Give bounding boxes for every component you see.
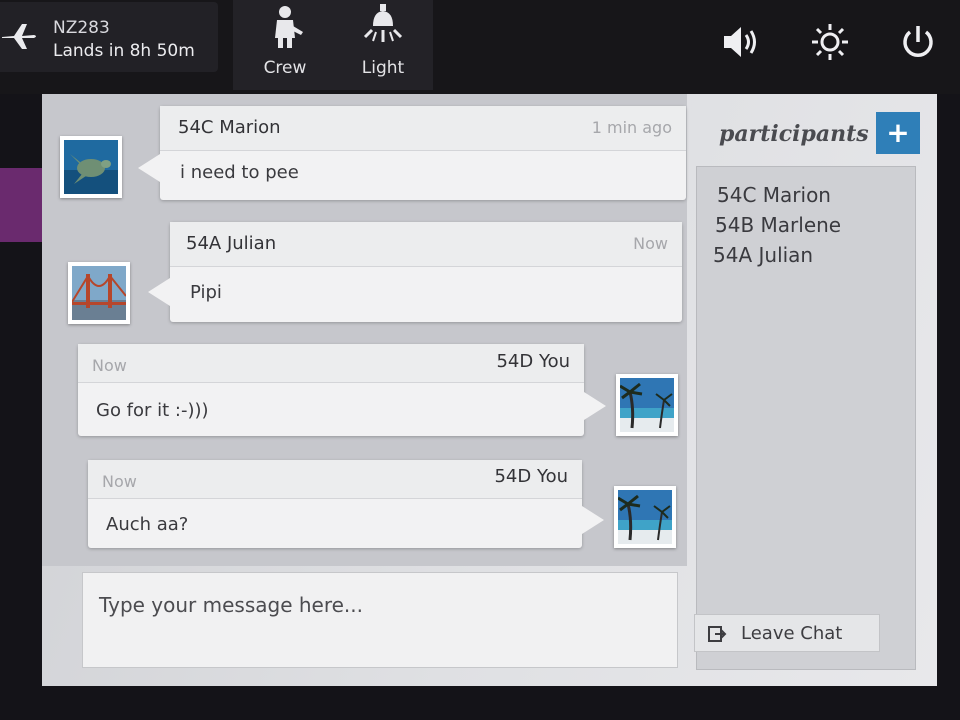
power-icon[interactable] [898, 22, 938, 62]
avatar-golden-gate [68, 262, 130, 324]
message-text: i need to pee [180, 162, 299, 183]
avatar-palm-beach [616, 374, 678, 436]
participants-list: 54C Marion 54B Marlene 54A Julian [696, 166, 916, 670]
flight-number: NZ283 [53, 18, 110, 38]
message-input[interactable]: Type your message here... [82, 572, 678, 668]
avatar-sea-turtle [60, 136, 122, 198]
crew-icon [275, 6, 303, 48]
chat-panel: 54C Marion 1 min ago i need to pee 54A J… [42, 94, 937, 686]
crew-label: Crew [263, 58, 307, 78]
golden-gate-bridge-image [72, 266, 126, 320]
message-sender: 54D You [496, 351, 570, 372]
add-participant-button[interactable]: + [876, 112, 920, 154]
participant-item[interactable]: 54A Julian [713, 243, 813, 267]
message-time: Now [102, 472, 137, 491]
light-button[interactable]: Light [343, 0, 423, 88]
message-bubble: 54C Marion 1 min ago i need to pee [138, 106, 686, 200]
message-sender: 54D You [494, 466, 568, 487]
participant-item[interactable]: 54B Marlene [715, 213, 841, 237]
reading-light-icon [363, 4, 403, 42]
message-time: 1 min ago [591, 118, 672, 137]
message-bubble-own: Now 54D You Auch aa? [88, 460, 604, 548]
brightness-icon[interactable] [810, 22, 850, 62]
exit-door-icon [708, 626, 727, 642]
message-bubble-own: Now 54D You Go for it :-))) [78, 344, 606, 436]
participant-item[interactable]: 54C Marion [717, 183, 831, 207]
message-text: Pipi [190, 282, 222, 303]
leave-chat-label: Leave Chat [741, 623, 843, 644]
message-sender: 54A Julian [186, 233, 277, 254]
message-list[interactable]: 54C Marion 1 min ago i need to pee 54A J… [42, 94, 687, 566]
top-bar: NZ283 Lands in 8h 50m Crew Light [0, 0, 960, 94]
message-text: Auch aa? [106, 514, 189, 535]
message-input-placeholder: Type your message here... [99, 593, 364, 617]
seat-controls: Crew Light [233, 0, 433, 90]
sea-turtle-image [64, 140, 118, 194]
palm-beach-image [618, 490, 672, 544]
light-label: Light [361, 58, 405, 78]
crew-button[interactable]: Crew [245, 0, 325, 88]
volume-icon[interactable] [720, 22, 760, 62]
side-menu-accent [0, 168, 44, 242]
participants-title: participants [719, 121, 869, 147]
avatar-palm-beach [614, 486, 676, 548]
palm-beach-image [620, 378, 674, 432]
message-time: Now [633, 234, 668, 253]
airplane-icon [2, 24, 36, 49]
message-time: Now [92, 356, 127, 375]
message-text: Go for it :-))) [96, 400, 209, 421]
ife-screen: { "flight": { "number": "NZ283", "eta": … [0, 0, 960, 720]
landing-eta: Lands in 8h 50m [53, 41, 195, 61]
message-bubble: 54A Julian Now Pipi [148, 222, 682, 322]
leave-chat-button[interactable]: Leave Chat [694, 614, 880, 652]
message-sender: 54C Marion [178, 117, 281, 138]
flight-info[interactable]: NZ283 Lands in 8h 50m [0, 2, 218, 72]
